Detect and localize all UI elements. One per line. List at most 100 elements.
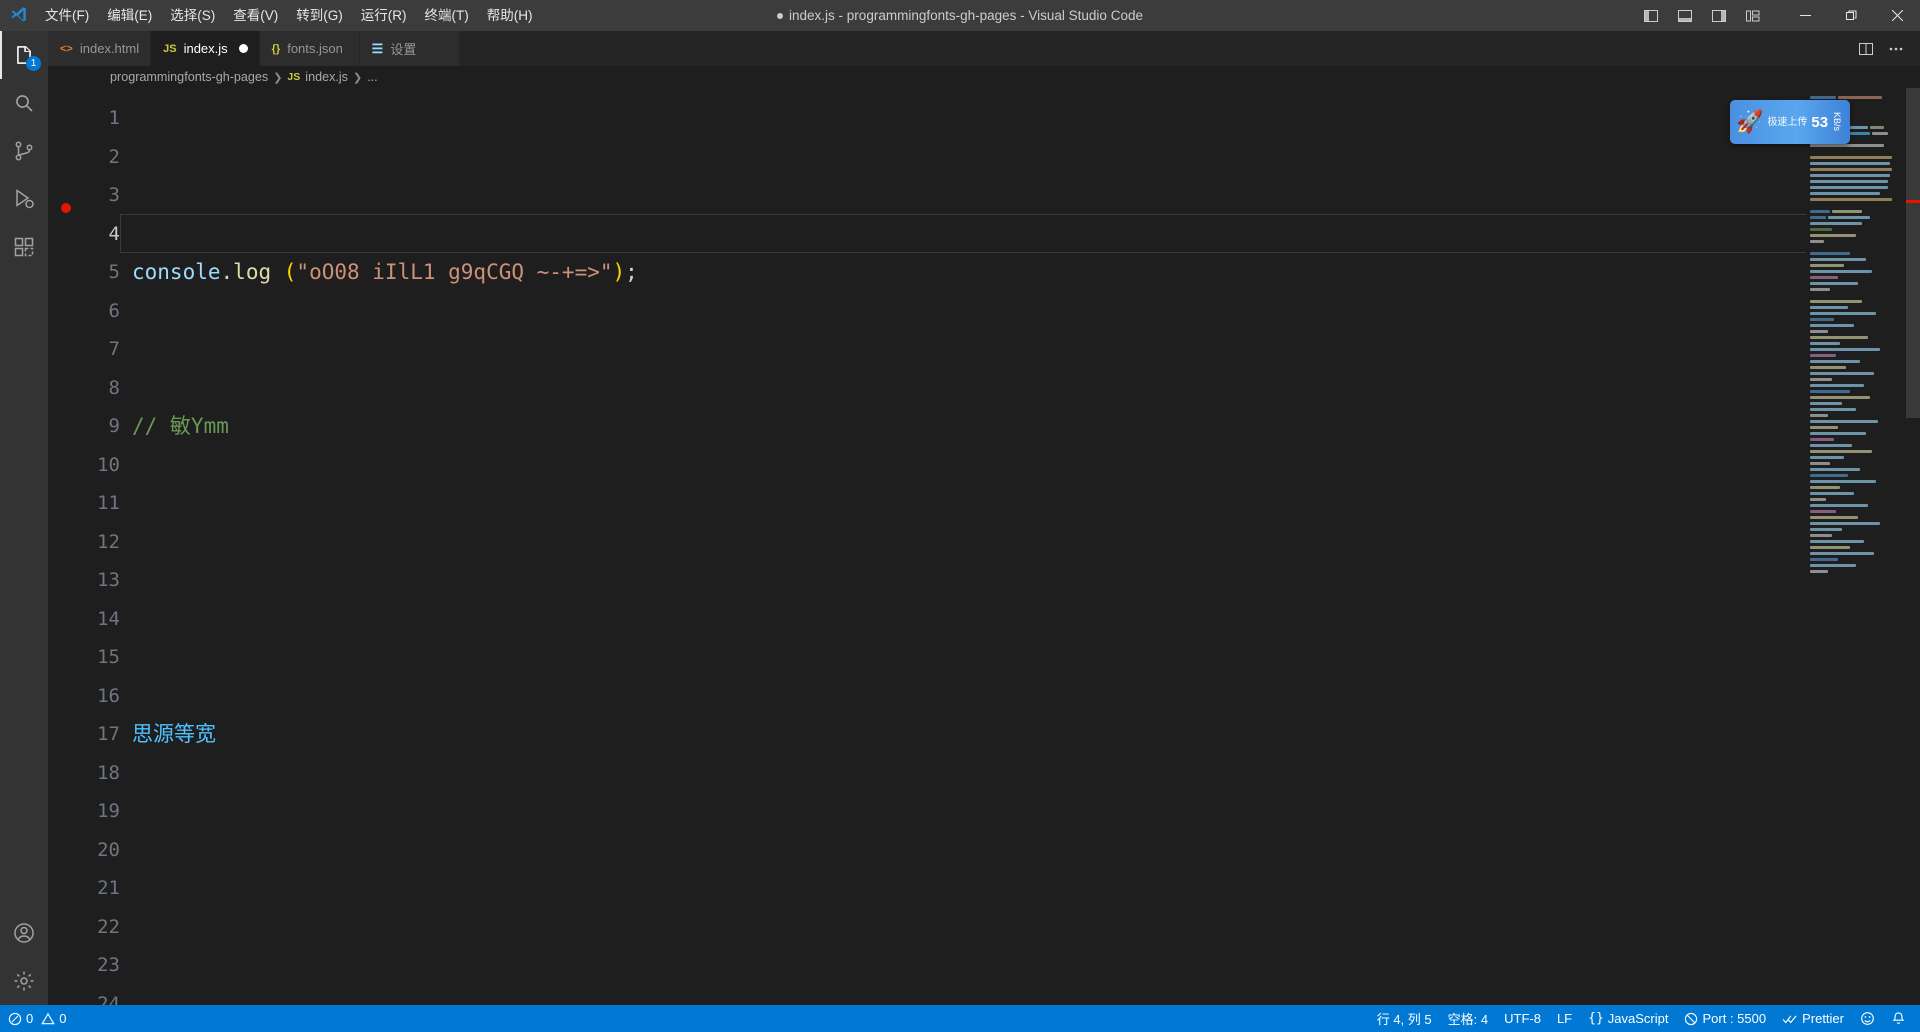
editor-scrollbar[interactable] [1906, 88, 1920, 1005]
js-icon: JS [163, 42, 177, 55]
menu-go[interactable]: 转到(G) [287, 0, 352, 31]
tab-dirty-indicator-icon[interactable] [238, 44, 248, 53]
code-line-5[interactable] [132, 869, 1920, 908]
upload-speed-unit: KB/s [1832, 112, 1843, 132]
line-number: 1 [108, 107, 120, 129]
tab-settings[interactable]: ☰ 设置 [359, 31, 460, 66]
code-line-1[interactable]: console.log ("oO08 iIlL1 g9qCGQ ~-+=>"); [132, 253, 1920, 292]
activity-item-search[interactable] [0, 79, 48, 127]
menu-edit[interactable]: 编辑(E) [98, 0, 161, 31]
line-number: 21 [97, 877, 120, 899]
minimap[interactable] [1806, 88, 1906, 1005]
glyph-margin[interactable] [48, 88, 76, 1005]
status-editor-encoding[interactable]: UTF-8 [1496, 1005, 1549, 1032]
tab-fonts-json[interactable]: {} fonts.json [259, 31, 360, 66]
line-number: 9 [108, 415, 120, 437]
activity-item-extensions[interactable] [0, 223, 48, 271]
settings-icon: ☰ [371, 40, 384, 56]
gear-icon [14, 971, 34, 991]
tab-list: <> index.html JS index.js {} fonts.json … [48, 31, 460, 66]
warning-icon [41, 1012, 56, 1024]
extensions-icon [14, 237, 34, 257]
menu-file[interactable]: 文件(F) [36, 0, 98, 31]
code-line-2[interactable]: // 敏Ymm [132, 407, 1920, 446]
title-bar: 文件(F) 编辑(E) 选择(S) 查看(V) 转到(G) 运行(R) 终端(T… [0, 0, 1920, 31]
status-problems[interactable]: 0 0 [0, 1005, 74, 1032]
toggle-secondary-sidebar-icon[interactable] [1704, 0, 1734, 31]
toggle-panel-icon[interactable] [1670, 0, 1700, 31]
layout-controls [1636, 0, 1782, 31]
line-number: 5 [108, 261, 120, 283]
menu-bar[interactable]: 文件(F) 编辑(E) 选择(S) 查看(V) 转到(G) 运行(R) 终端(T… [36, 0, 542, 31]
tab-label: fonts.json [287, 41, 343, 56]
workbench-body: 1 <> index.html JS index.js {} fonts.jso… [0, 31, 1920, 1005]
activity-item-explorer[interactable]: 1 [0, 31, 48, 79]
status-feedback[interactable] [1852, 1005, 1883, 1032]
activity-item-accounts[interactable] [0, 909, 48, 957]
activity-item-source-control[interactable] [0, 127, 48, 175]
line-number: 19 [97, 800, 120, 822]
tab-index-js[interactable]: JS index.js [151, 31, 260, 66]
split-editor-icon[interactable] [1852, 31, 1880, 66]
tok-string-1: "oO08 iIlL1 g9qCGQ ~-+=>" [296, 260, 613, 284]
js-icon: JS [287, 71, 301, 83]
code-editor[interactable]: 1 2 3 4 5 6 7 8 9 10 11 12 13 14 15 16 1 [48, 88, 1920, 1005]
feedback-smiley-icon [1861, 1012, 1874, 1025]
customize-layout-icon[interactable] [1738, 0, 1768, 31]
status-editor-language[interactable]: {} JavaScript [1580, 1005, 1676, 1032]
error-count: 0 [26, 1011, 34, 1026]
breakpoint-icon[interactable] [61, 203, 71, 213]
status-notifications[interactable] [1883, 1005, 1914, 1032]
source-control-icon [15, 141, 33, 161]
line-number: 3 [108, 184, 120, 206]
breadcrumb: programmingfonts-gh-pages ❯ JS index.js … [48, 66, 1920, 88]
line-number: 16 [97, 684, 120, 707]
bell-icon [1892, 1012, 1905, 1025]
status-prettier[interactable]: Prettier [1774, 1005, 1852, 1032]
more-actions-icon[interactable] [1882, 31, 1910, 66]
breadcrumb-file[interactable]: index.js [305, 70, 348, 84]
tab-index-html[interactable]: <> index.html [48, 31, 152, 66]
code-line-3[interactable] [132, 561, 1920, 600]
toggle-primary-sidebar-icon[interactable] [1636, 0, 1666, 31]
minimize-button[interactable] [1782, 0, 1828, 31]
tab-label: index.html [79, 41, 140, 56]
tab-bar: <> index.html JS index.js {} fonts.json … [48, 31, 1920, 66]
menu-run[interactable]: 运行(R) [352, 0, 416, 31]
warning-count: 0 [59, 1011, 67, 1026]
line-number: 20 [97, 838, 120, 861]
line-number: 6 [108, 299, 120, 322]
status-editor-eol[interactable]: LF [1549, 1005, 1580, 1032]
status-live-server-port[interactable]: Port : 5500 [1676, 1005, 1774, 1032]
activity-item-run-and-debug[interactable] [0, 175, 48, 223]
tok-comment-2: // 敏Ymm [132, 414, 229, 438]
status-editor-position[interactable]: 行 4, 列 5 [1369, 1005, 1440, 1032]
prettier-label: Prettier [1802, 1011, 1844, 1026]
line-number: 2 [108, 145, 120, 168]
menu-terminal[interactable]: 终端(T) [416, 0, 478, 31]
close-button[interactable] [1874, 0, 1920, 31]
rocket-icon: 🚀 [1736, 109, 1764, 134]
scrollbar-thumb[interactable] [1906, 88, 1920, 418]
upload-speed-widget[interactable]: 🚀 极速上传 53 KB/s [1730, 100, 1850, 144]
breadcrumb-root[interactable]: programmingfonts-gh-pages [110, 70, 268, 84]
account-icon [14, 923, 34, 943]
breadcrumb-symbol[interactable]: ... [367, 70, 378, 84]
menu-view[interactable]: 查看(V) [224, 0, 287, 31]
code-line-4[interactable]: 思源等宽 [132, 715, 1920, 754]
tok-cjk-title: 思源等宽 [132, 722, 216, 746]
restore-button[interactable] [1828, 0, 1874, 31]
line-number-gutter: 1 2 3 4 5 6 7 8 9 10 11 12 13 14 15 16 1 [76, 88, 120, 1005]
broadcast-icon [1685, 1012, 1698, 1025]
tab-label: index.js [183, 41, 228, 56]
line-number: 10 [97, 453, 120, 476]
activity-item-manage[interactable] [0, 957, 48, 1005]
tok-console: console [132, 260, 221, 284]
title-bar-right [1636, 0, 1920, 31]
activity-bar: 1 [0, 31, 48, 1005]
line-number: 23 [97, 954, 120, 976]
menu-selection[interactable]: 选择(S) [161, 0, 224, 31]
status-editor-indentation[interactable]: 空格: 4 [1440, 1005, 1496, 1032]
code-content[interactable]: console.log ("oO08 iIlL1 g9qCGQ ~-+=>");… [120, 88, 1920, 1005]
menu-help[interactable]: 帮助(H) [478, 0, 542, 31]
